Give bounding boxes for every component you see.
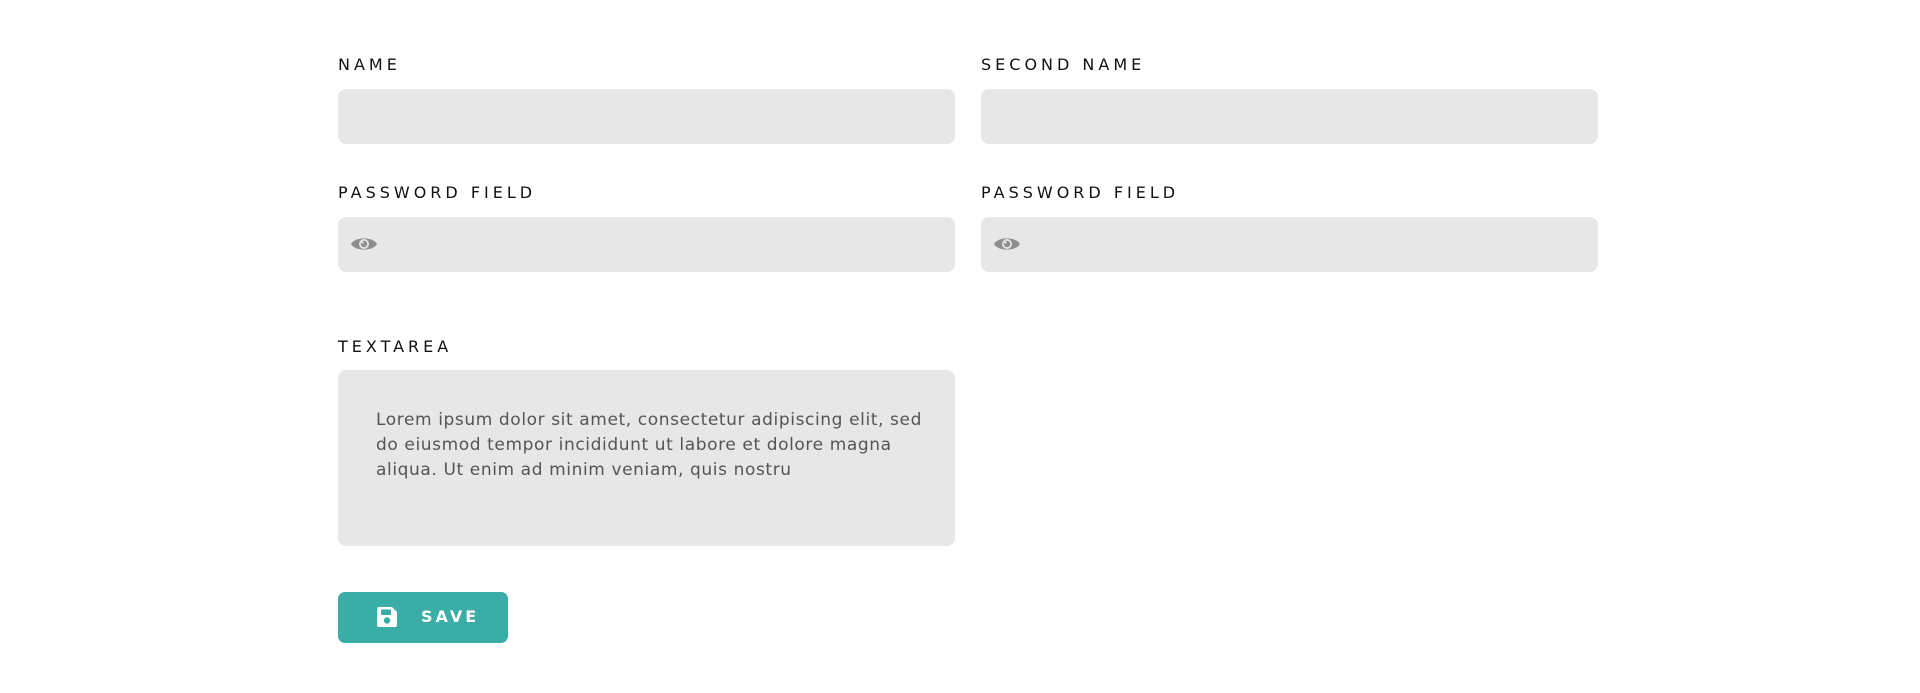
name-input[interactable]: [338, 89, 955, 144]
profile-form: NAME SECOND NAME PASSWORD FIELD PASSWORD…: [338, 0, 1600, 693]
textarea-label: TEXTAREA: [338, 337, 453, 356]
floppy-disk-icon: [375, 605, 399, 629]
second-name-label: SECOND NAME: [981, 55, 1146, 74]
save-button[interactable]: SAVE: [338, 592, 508, 643]
textarea[interactable]: Lorem ipsum dolor sit amet, consectetur …: [338, 370, 955, 546]
save-button-label: SAVE: [421, 607, 480, 626]
second-name-field-wrapper: [981, 89, 1598, 144]
eye-icon[interactable]: [350, 234, 378, 254]
password-field-wrapper-1: [338, 217, 955, 272]
eye-icon[interactable]: [993, 234, 1021, 254]
name-label: NAME: [338, 55, 401, 74]
password-input-1[interactable]: [338, 217, 955, 272]
password-label-1: PASSWORD FIELD: [338, 183, 537, 202]
textarea-content: Lorem ipsum dolor sit amet, consectetur …: [376, 410, 922, 480]
password-input-2[interactable]: [981, 217, 1598, 272]
name-field-wrapper: [338, 89, 955, 144]
password-label-2: PASSWORD FIELD: [981, 183, 1180, 202]
second-name-input[interactable]: [981, 89, 1598, 144]
password-field-wrapper-2: [981, 217, 1598, 272]
